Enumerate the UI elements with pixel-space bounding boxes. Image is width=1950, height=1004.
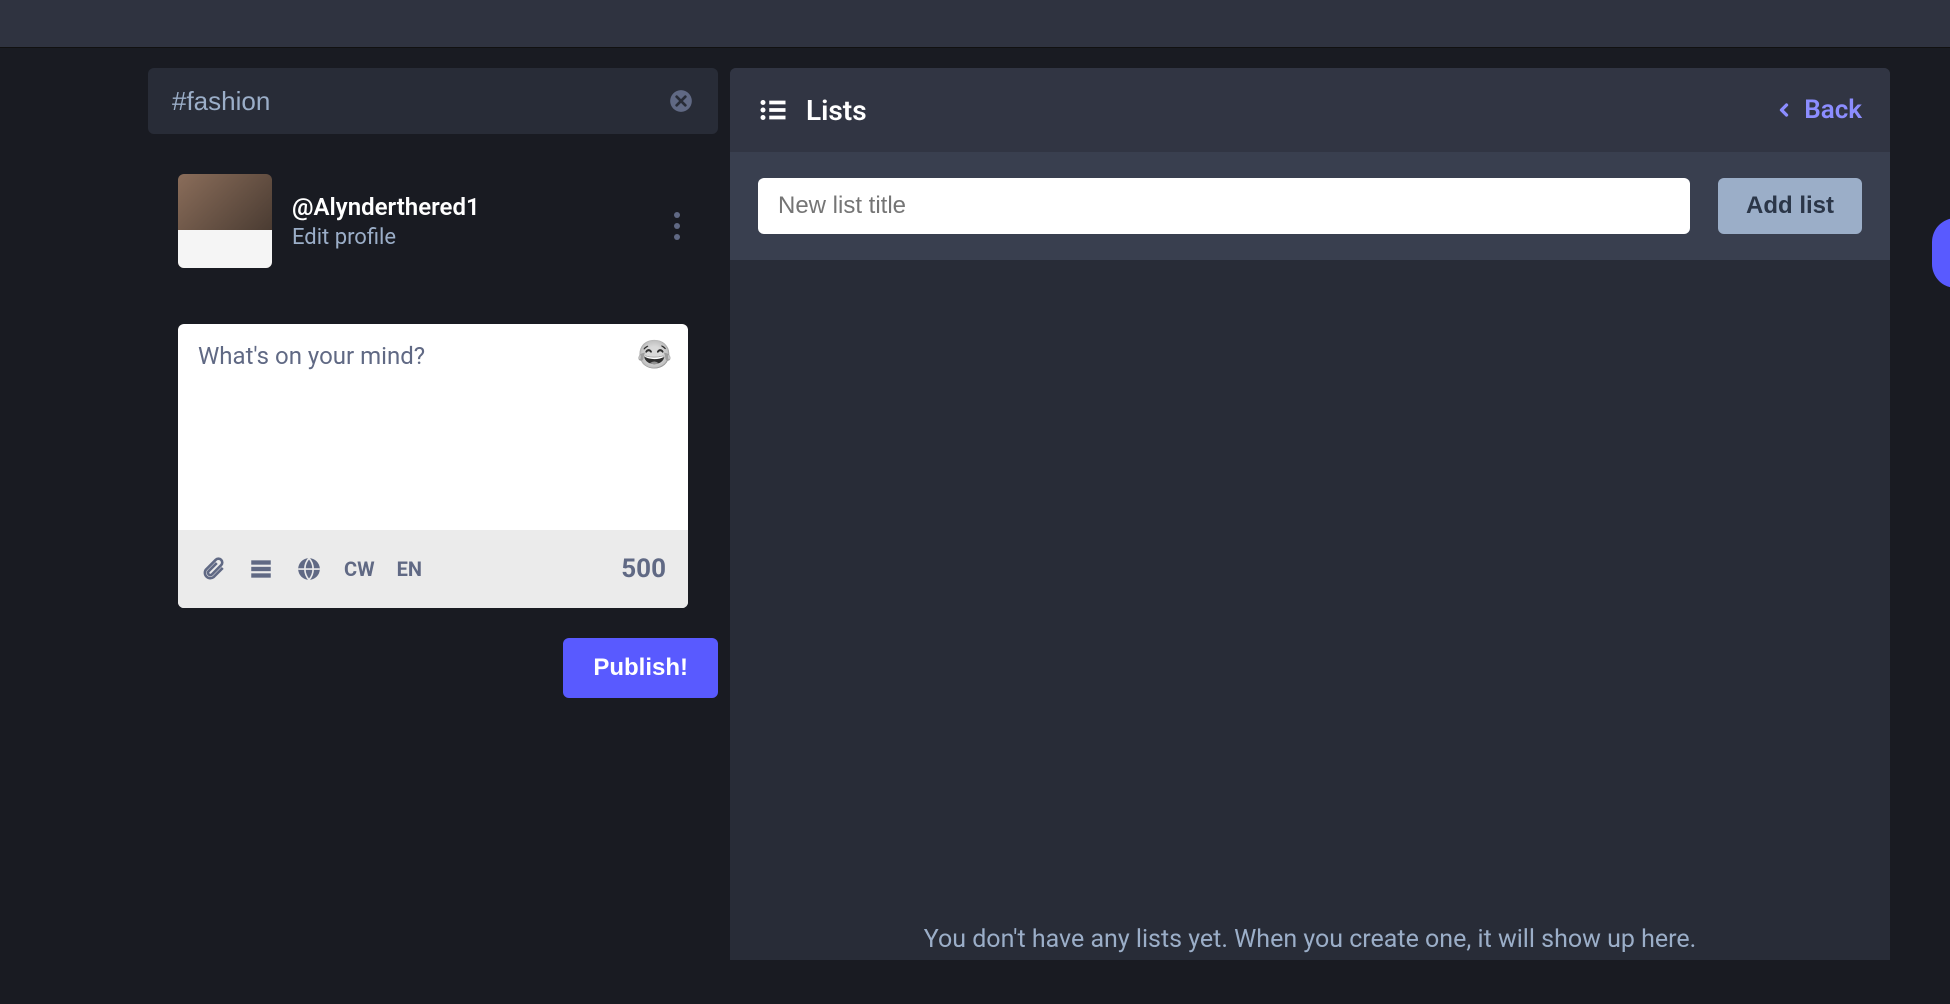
poll-icon[interactable]: [248, 556, 274, 582]
user-handle[interactable]: @Alynderthered1: [292, 193, 480, 221]
empty-state-text: You don't have any lists yet. When you c…: [730, 925, 1890, 954]
character-count: 500: [621, 554, 666, 584]
lists-icon: [758, 95, 788, 125]
compose-placeholder: What's on your mind?: [198, 342, 425, 370]
compose-box: What's on your mind? 😂 CW EN 500: [178, 324, 688, 608]
back-button[interactable]: Back: [1774, 95, 1862, 125]
visibility-icon[interactable]: [296, 556, 322, 582]
right-column: Lists Back Add list You don't have any l…: [730, 68, 1950, 1004]
compose-textarea[interactable]: What's on your mind? 😂: [178, 324, 688, 530]
more-options-icon[interactable]: [674, 212, 680, 240]
profile-row: @Alynderthered1 Edit profile: [148, 174, 718, 268]
new-list-title-input[interactable]: [758, 178, 1690, 234]
lists-panel: Lists Back Add list You don't have any l…: [730, 68, 1890, 960]
emoji-picker-icon[interactable]: 😂: [637, 338, 672, 371]
attach-icon[interactable]: [200, 556, 226, 582]
back-label: Back: [1804, 95, 1862, 125]
top-bar: [0, 0, 1950, 48]
lists-body: You don't have any lists yet. When you c…: [730, 260, 1890, 960]
compose-fab[interactable]: [1932, 218, 1950, 288]
search-input[interactable]: [172, 86, 668, 117]
publish-button[interactable]: Publish!: [563, 638, 718, 698]
edit-profile-link[interactable]: Edit profile: [292, 225, 480, 250]
content-warning-toggle[interactable]: CW: [344, 557, 375, 581]
search-box[interactable]: [148, 68, 718, 134]
add-list-row: Add list: [730, 152, 1890, 260]
language-toggle[interactable]: EN: [397, 557, 422, 581]
clear-search-icon[interactable]: [668, 88, 694, 114]
left-column: @Alynderthered1 Edit profile What's on y…: [0, 68, 730, 1004]
panel-title: Lists: [806, 94, 867, 127]
panel-header: Lists Back: [730, 68, 1890, 152]
add-list-button[interactable]: Add list: [1718, 178, 1862, 234]
compose-toolbar: CW EN 500: [178, 530, 688, 608]
avatar[interactable]: [178, 174, 272, 268]
